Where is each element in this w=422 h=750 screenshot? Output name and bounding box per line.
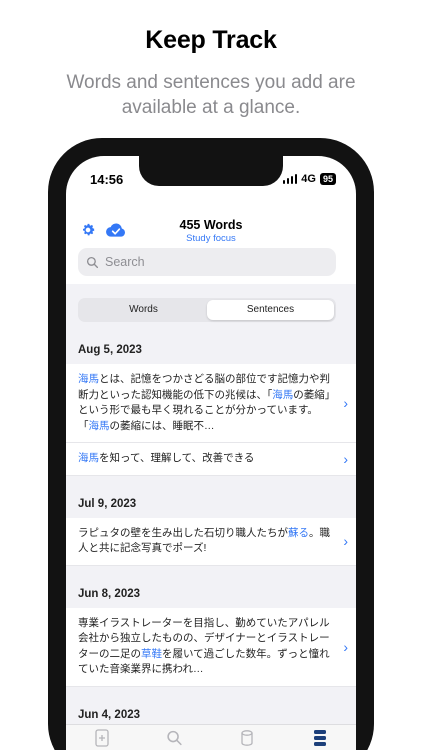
- content-area: Words Sentences Aug 5, 2023 海馬とは、記憶をつかさどる…: [66, 284, 356, 750]
- sentence-row[interactable]: 海馬を知って、理解して、改善できる ›: [66, 443, 356, 476]
- chevron-right-icon: ›: [343, 395, 348, 411]
- status-time: 14:56: [90, 172, 124, 187]
- word-count-title: 455 Words: [179, 218, 243, 232]
- search-icon: [86, 256, 99, 268]
- battery-icon: 95: [319, 173, 336, 185]
- section-spacer: [66, 565, 356, 580]
- sentence-list: Aug 5, 2023 海馬とは、記憶をつかさどる脳の部位です記憶力や判断力といっ…: [66, 336, 356, 750]
- study-focus-link[interactable]: Study focus: [66, 233, 356, 244]
- highlighted-word: 海馬: [78, 452, 99, 464]
- highlighted-word: 草鞋: [141, 647, 162, 660]
- nav-title: 455 Words Study focus: [66, 218, 356, 244]
- highlighted-word: 海馬: [272, 388, 294, 401]
- tab-quick-search[interactable]: Quick Search: [139, 725, 212, 750]
- phone-screen: 14:56 4G 95 455 Words Study focus Search…: [66, 156, 356, 750]
- signal-icon: [282, 174, 298, 184]
- phone-frame: 14:56 4G 95 455 Words Study focus Search…: [48, 138, 374, 750]
- tab-study[interactable]: Study: [211, 725, 284, 750]
- notch: [139, 156, 283, 186]
- tab-add-words[interactable]: Add Words: [66, 725, 139, 750]
- section-date: Aug 5, 2023: [66, 336, 356, 364]
- segment-sentences[interactable]: Sentences: [207, 300, 334, 320]
- promo-subtitle: Words and sentences you add are availabl…: [66, 72, 356, 118]
- add-document-icon: [94, 729, 110, 750]
- search-icon: [166, 729, 183, 750]
- chevron-right-icon: ›: [343, 450, 348, 467]
- highlighted-word: 海馬: [78, 373, 99, 385]
- search-input[interactable]: Search: [78, 248, 336, 276]
- segmented-control: Words Sentences: [78, 298, 336, 322]
- sentence-text: を知って、理解して、改善できる: [99, 452, 255, 464]
- network-label: 4G: [301, 173, 316, 185]
- section-spacer: [66, 686, 356, 701]
- search-placeholder: Search: [105, 255, 145, 269]
- sentence-row[interactable]: ラピュタの壁を生み出した石切り職人たちが蘇る。職人と共に記念写真でポーズ! ›: [66, 517, 356, 566]
- section-date: Jul 9, 2023: [66, 489, 356, 518]
- section-date: Jun 8, 2023: [66, 579, 356, 608]
- tab-my-context[interactable]: My Context: [284, 725, 357, 750]
- highlighted-word: 蘇る: [288, 526, 309, 539]
- sentence-text: の萎縮には、睡眠不…: [109, 419, 215, 432]
- status-indicators: 4G 95: [282, 173, 336, 185]
- segment-words[interactable]: Words: [80, 300, 207, 320]
- promo-title: Keep Track: [145, 26, 277, 54]
- section-spacer: [66, 475, 356, 490]
- chevron-right-icon: ›: [343, 533, 348, 549]
- highlighted-word: 海馬: [88, 419, 110, 432]
- stack-icon: [312, 729, 328, 750]
- sentence-row[interactable]: 海馬とは、記憶をつかさどる脳の部位です記憶力や判断力といった認知機能の低下の兆候…: [66, 364, 356, 443]
- sentence-text: ラピュタの壁を生み出した石切り職人たちが: [78, 526, 288, 539]
- chevron-right-icon: ›: [343, 638, 348, 655]
- tab-bar: Add WordsQuick SearchStudyMy Context: [66, 724, 356, 750]
- sentence-row[interactable]: 専業イラストレーターを目指し、勤めていたアパレル会社から独立したものの、デザイナ…: [66, 607, 356, 687]
- cylinder-icon: [239, 729, 255, 750]
